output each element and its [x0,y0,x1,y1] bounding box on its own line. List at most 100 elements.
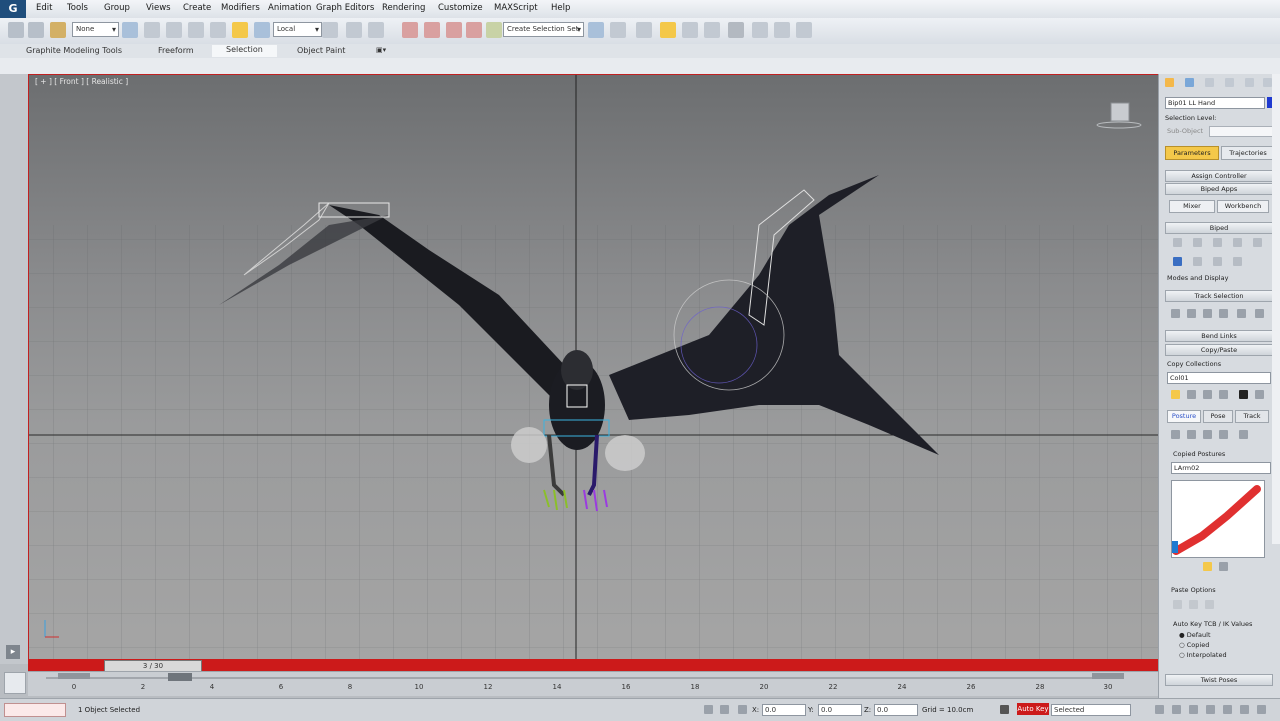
paste-opposite-icon[interactable] [1219,430,1228,439]
footstep-mode-icon[interactable] [1193,238,1202,247]
motion-flow-icon[interactable] [1213,238,1222,247]
front-viewport[interactable]: [ + ] [ Front ] [ Realistic ] [28,74,1160,661]
x-coordinate-field[interactable]: 0.0 [762,704,806,716]
angle-snap-icon[interactable] [424,22,440,38]
tab-freeform[interactable]: Freeform [158,46,194,55]
zoom-all-icon[interactable] [1172,705,1181,714]
track-selection-rollout[interactable]: Track Selection [1165,290,1273,302]
paste-rotation-icon[interactable] [1205,600,1214,609]
mirror-icon[interactable] [588,22,604,38]
new-collection-icon[interactable] [1203,390,1212,399]
body-horizontal-icon[interactable] [1171,309,1180,318]
paste-vertical-icon[interactable] [1189,600,1198,609]
menu-edit[interactable]: Edit [36,3,52,13]
selection-lock-icon[interactable] [720,705,729,714]
workbench-button[interactable]: Workbench [1217,200,1269,213]
twist-poses-rollout[interactable]: Twist Poses [1165,674,1273,686]
set-key-icon[interactable] [1000,705,1009,714]
sub-object-dropdown[interactable] [1209,126,1273,137]
symmetrical-icon[interactable] [1237,309,1246,318]
biped-rollout[interactable]: Biped [1165,222,1273,234]
radio-default[interactable]: ● Default [1179,631,1211,639]
rect-selection-icon[interactable] [166,22,182,38]
opposite-icon[interactable] [1255,309,1264,318]
modes-display-label[interactable]: Modes and Display [1167,274,1228,282]
object-name-field[interactable]: Bip01 LL Hand [1165,97,1265,109]
track-bar-right-button[interactable] [1092,673,1124,679]
layer-manager-icon[interactable] [636,22,652,38]
selection-filter-dropdown[interactable]: None [72,22,119,37]
scale-icon[interactable] [254,22,270,38]
biped-apps-rollout[interactable]: Biped Apps [1165,183,1273,195]
motion-tab-icon[interactable] [1225,78,1234,87]
load-file-icon[interactable] [1173,257,1182,266]
graphite-toggle-icon[interactable] [660,22,676,38]
play-animation-icon[interactable]: ▸ [6,645,20,659]
delete-posture-icon[interactable] [1219,562,1228,571]
select-by-name-icon[interactable] [144,22,160,38]
mini-listener-icon[interactable] [4,672,26,694]
select-object-icon[interactable] [122,22,138,38]
menu-group[interactable]: Group [104,3,130,13]
radio-interpolated[interactable]: ○ Interpolated [1179,651,1227,659]
curve-editor-icon[interactable] [682,22,698,38]
maxscript-listener-field[interactable] [4,703,66,717]
pivot-center-icon[interactable] [322,22,338,38]
copy-posture-icon[interactable] [1171,430,1180,439]
rotate-icon[interactable] [232,22,248,38]
menu-modifiers[interactable]: Modifiers [221,3,260,13]
assign-controller-rollout[interactable]: Assign Controller [1165,170,1273,182]
z-coordinate-field[interactable]: 0.0 [874,704,918,716]
move-icon[interactable] [210,22,226,38]
capture-snapshot-icon[interactable] [1239,430,1248,439]
menu-views[interactable]: Views [146,3,171,13]
field-of-view-icon[interactable] [1206,705,1215,714]
auto-key-button[interactable]: Auto Key [1017,703,1049,715]
menu-customize[interactable]: Customize [438,3,483,13]
menu-tools[interactable]: Tools [67,3,88,13]
tab-posture[interactable]: Posture [1167,410,1201,423]
viewcube-icon[interactable] [1096,102,1142,129]
key-filter-dropdown[interactable]: Selected [1051,704,1131,716]
render-production-icon[interactable] [796,22,812,38]
link-icon[interactable] [8,22,24,38]
copy-paste-rollout[interactable]: Copy/Paste [1165,344,1273,356]
snaps-toggle-icon[interactable] [402,22,418,38]
align-icon[interactable] [610,22,626,38]
spinner-snap-icon[interactable] [466,22,482,38]
body-vertical-icon[interactable] [1187,309,1196,318]
window-crossing-icon[interactable] [188,22,204,38]
select-manipulate-icon[interactable] [346,22,362,38]
save-collection-icon[interactable] [1187,390,1196,399]
menu-graph-editors[interactable]: Graph Editors [316,3,374,13]
menu-maxscript[interactable]: MAXScript [494,3,538,13]
schematic-view-icon[interactable] [704,22,720,38]
copy-collection-dropdown[interactable]: Col01 [1167,372,1271,384]
unlink-icon[interactable] [28,22,44,38]
menu-help[interactable]: Help [551,3,570,13]
paste-posture-btn-icon[interactable] [1203,562,1212,571]
track-bar[interactable] [28,671,1158,696]
tab-track[interactable]: Track [1235,410,1269,423]
maximize-viewport-icon[interactable] [1257,705,1266,714]
bend-links-rollout[interactable]: Bend Links [1165,330,1273,342]
bind-space-warp-icon[interactable] [50,22,66,38]
radio-copied[interactable]: ○ Copied [1179,641,1209,649]
tab-pose[interactable]: Pose [1203,410,1233,423]
body-rotation-icon[interactable] [1203,309,1212,318]
biped-playback-icon[interactable] [1253,238,1262,247]
menu-rendering[interactable]: Rendering [382,3,425,13]
tab-selection[interactable]: Selection [212,45,277,57]
max-load-icon[interactable] [1255,390,1264,399]
render-setup-icon[interactable] [752,22,768,38]
ref-coord-dropdown[interactable]: Local [273,22,322,37]
create-tab-icon[interactable] [1165,78,1174,87]
ribbon-options-icon[interactable]: ▣▾ [376,46,386,54]
save-file-icon[interactable] [1193,257,1202,266]
rendered-frame-icon[interactable] [774,22,790,38]
tab-parameters[interactable]: Parameters [1165,146,1219,160]
track-bar-left-button[interactable] [58,673,90,679]
delete-all-collections-icon[interactable] [1239,390,1248,399]
tab-object-paint[interactable]: Object Paint [297,46,345,55]
paste-posture-icon[interactable] [1203,430,1212,439]
